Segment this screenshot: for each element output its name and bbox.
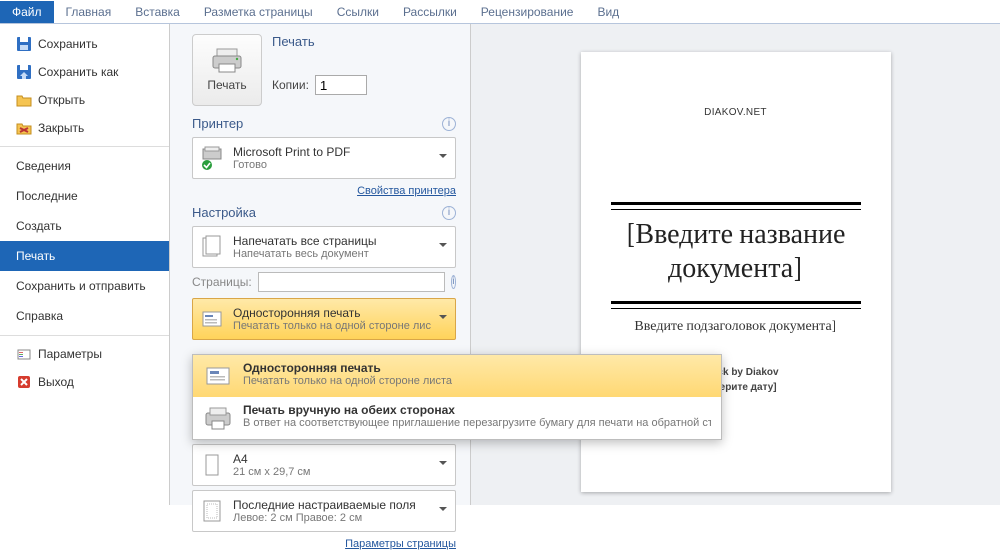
save-icon <box>16 36 32 52</box>
margins-icon <box>199 498 225 524</box>
sidebar-item-print[interactable]: Печать <box>0 241 169 271</box>
sidebar-item-open[interactable]: Открыть <box>0 86 169 114</box>
sidebar-item-label: Последние <box>16 189 78 203</box>
sidebar-item-label: Выход <box>38 375 74 389</box>
sidebar-item-close[interactable]: Закрыть <box>0 114 169 142</box>
printer-heading: Принтер <box>192 116 243 131</box>
sidebar-item-share[interactable]: Сохранить и отправить <box>0 271 169 301</box>
printer-icon <box>211 48 243 74</box>
chevron-down-icon <box>439 461 447 469</box>
sidebar-item-help[interactable]: Справка <box>0 301 169 331</box>
pages-all-icon <box>199 234 225 260</box>
sidebar-item-label: Справка <box>16 309 63 323</box>
sidebar-item-label: Открыть <box>38 93 85 107</box>
ribbon-tab-mailings[interactable]: Рассылки <box>391 1 469 23</box>
printer-name: Microsoft Print to PDF <box>233 145 431 159</box>
exit-icon <box>16 374 32 390</box>
paper-icon <box>199 452 225 478</box>
sidebar-item-label: Закрыть <box>38 121 84 135</box>
sidebar-item-options[interactable]: Параметры <box>0 340 169 368</box>
sidebar-item-saveas[interactable]: Сохранить как <box>0 58 169 86</box>
single-side-icon <box>199 306 225 332</box>
pages-input[interactable] <box>258 272 445 292</box>
ribbon-tab-review[interactable]: Рецензирование <box>469 1 586 23</box>
dd-sub: Печатать только на одной стороне листа <box>233 320 431 332</box>
sidebar-item-new[interactable]: Создать <box>0 211 169 241</box>
info-icon[interactable]: i <box>442 206 456 220</box>
sidebar-item-save[interactable]: Сохранить <box>0 30 169 58</box>
flyout-sub: В ответ на соответствующее приглашение п… <box>243 417 711 429</box>
duplex-dropdown[interactable]: Односторонняя печатьПечатать только на о… <box>192 298 456 340</box>
printer-properties-link[interactable]: Свойства принтера <box>357 185 456 197</box>
printer-status: Готово <box>233 159 431 171</box>
manual-duplex-icon <box>203 403 233 433</box>
ribbon-tab-home[interactable]: Главная <box>54 1 124 23</box>
info-icon[interactable]: i <box>442 117 456 131</box>
preview-subtitle: Введите подзаголовок документа] <box>611 317 861 335</box>
printer-status-icon <box>199 145 225 171</box>
open-folder-icon <box>16 92 32 108</box>
duplex-flyout: Односторонняя печатьПечатать только на о… <box>192 354 722 440</box>
printer-dropdown[interactable]: Microsoft Print to PDFГотово <box>192 137 456 179</box>
ribbon-tab-layout[interactable]: Разметка страницы <box>192 1 325 23</box>
sidebar-item-exit[interactable]: Выход <box>0 368 169 396</box>
close-folder-icon <box>16 120 32 136</box>
print-button-label: Печать <box>207 78 246 92</box>
flyout-item-manual-duplex[interactable]: Печать вручную на обеих сторонахВ ответ … <box>193 397 721 439</box>
sidebar-item-label: Параметры <box>38 347 102 361</box>
sidebar-item-label: Печать <box>16 249 55 263</box>
ribbon-tabs: Файл Главная Вставка Разметка страницы С… <box>0 0 1000 24</box>
dd-title: Напечатать все страницы <box>233 234 431 248</box>
dd-sub: Напечатать весь документ <box>233 248 431 260</box>
sidebar-item-label: Сохранить как <box>38 65 118 79</box>
dd-title: Последние настраиваемые поля <box>233 498 431 512</box>
single-side-icon <box>203 361 233 391</box>
page-setup-link[interactable]: Параметры страницы <box>345 538 456 550</box>
copies-label: Копии: <box>272 78 309 92</box>
dd-title: А4 <box>233 452 431 466</box>
ribbon-tab-file[interactable]: Файл <box>0 1 54 23</box>
flyout-title: Печать вручную на обеих сторонах <box>243 403 711 417</box>
dd-sub: 21 см x 29,7 см <box>233 466 431 478</box>
chevron-down-icon <box>439 315 447 323</box>
info-icon[interactable]: i <box>451 275 456 289</box>
options-icon <box>16 346 32 362</box>
chevron-down-icon <box>439 507 447 515</box>
save-as-icon <box>16 64 32 80</box>
print-heading: Печать <box>272 34 315 49</box>
chevron-down-icon <box>439 243 447 251</box>
sidebar-item-label: Сохранить и отправить <box>16 279 146 293</box>
dd-sub: Левое: 2 см Правое: 2 см <box>233 512 431 524</box>
settings-heading: Настройка <box>192 205 256 220</box>
print-button[interactable]: Печать <box>192 34 262 106</box>
sidebar-item-info[interactable]: Сведения <box>0 151 169 181</box>
preview-watermark: DIAKOV.NET <box>611 107 861 118</box>
flyout-item-single-side[interactable]: Односторонняя печатьПечатать только на о… <box>193 355 721 397</box>
dd-title: Односторонняя печать <box>233 306 431 320</box>
ribbon-tab-refs[interactable]: Ссылки <box>325 1 391 23</box>
sidebar-item-label: Создать <box>16 219 62 233</box>
ribbon-tab-view[interactable]: Вид <box>585 1 631 23</box>
sidebar-item-label: Сохранить <box>38 37 98 51</box>
print-range-dropdown[interactable]: Напечатать все страницыНапечатать весь д… <box>192 226 456 268</box>
backstage-sidebar: Сохранить Сохранить как Открыть Закрыть … <box>0 24 170 505</box>
sidebar-item-label: Сведения <box>16 159 71 173</box>
copies-input[interactable] <box>315 75 367 95</box>
flyout-sub: Печатать только на одной стороне листа <box>243 375 711 387</box>
paper-size-dropdown[interactable]: А421 см x 29,7 см <box>192 444 456 486</box>
pages-label: Страницы: <box>192 275 252 289</box>
margins-dropdown[interactable]: Последние настраиваемые поляЛевое: 2 см … <box>192 490 456 532</box>
ribbon-tab-insert[interactable]: Вставка <box>123 1 192 23</box>
sidebar-item-recent[interactable]: Последние <box>0 181 169 211</box>
flyout-title: Односторонняя печать <box>243 361 711 375</box>
chevron-down-icon <box>439 154 447 162</box>
preview-title: [Введите название документа] <box>611 218 861 285</box>
